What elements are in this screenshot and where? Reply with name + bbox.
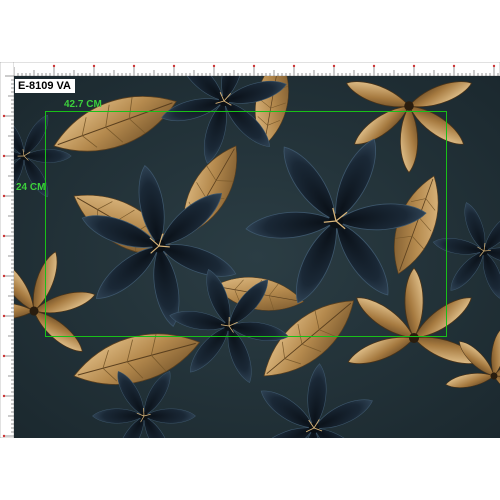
print-height-label: 24 CM xyxy=(16,182,46,193)
print-area-outline xyxy=(45,111,447,337)
ruler-top xyxy=(0,62,500,76)
product-code-label: E-8109 VA xyxy=(15,79,75,93)
ruler-left xyxy=(0,62,14,438)
print-width-label: 42.7 CM xyxy=(64,99,102,110)
